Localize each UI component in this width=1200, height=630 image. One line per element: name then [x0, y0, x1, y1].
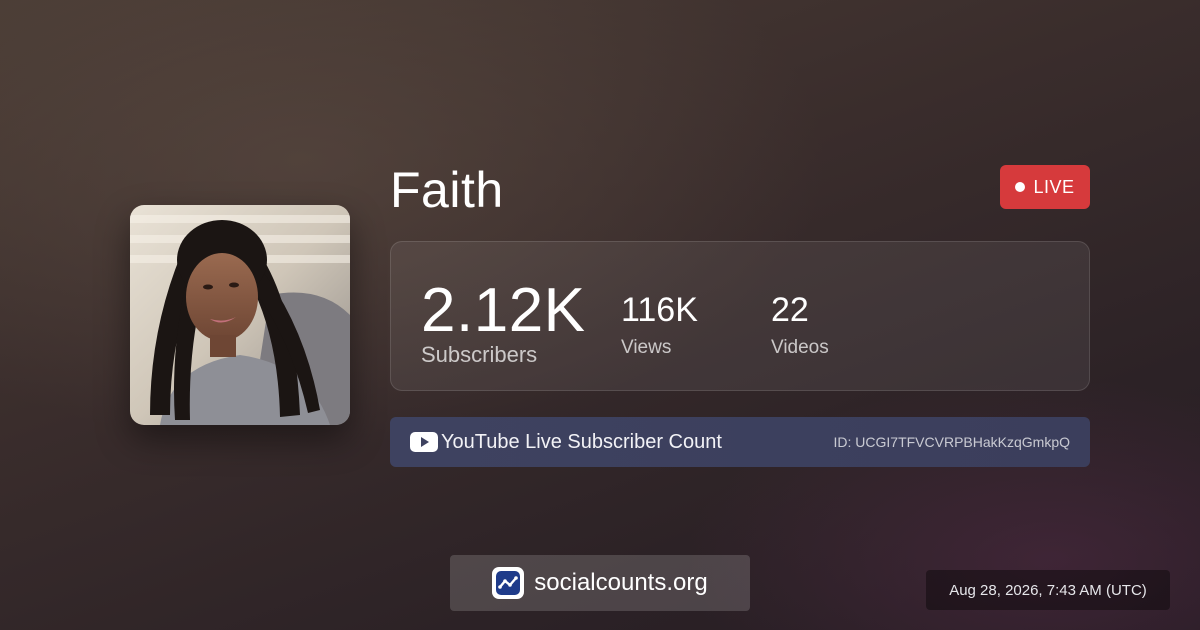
- channel-avatar: [130, 205, 350, 425]
- views-stat: 116K Views: [621, 288, 698, 360]
- stats-card: 2.12K Subscribers 116K Views 22 Videos: [390, 241, 1090, 391]
- timestamp: Aug 28, 2026, 7:43 AM (UTC): [926, 570, 1170, 610]
- socialcounts-link[interactable]: socialcounts.org: [450, 555, 750, 611]
- youtube-play-icon: [410, 432, 438, 452]
- subscribers-count: 2.12K: [421, 276, 586, 345]
- info-title: YouTube Live Subscriber Count: [441, 430, 722, 453]
- views-count: 116K: [621, 291, 698, 329]
- live-label: LIVE: [1033, 176, 1075, 197]
- socialcounts-logo-icon: [492, 567, 525, 599]
- videos-stat: 22 Videos: [771, 288, 829, 360]
- channel-id: ID: UCGI7TFVCVRPBHakKzqGmkpQ: [833, 434, 1071, 450]
- views-label: Views: [621, 337, 672, 358]
- channel-name: Faith: [390, 162, 504, 218]
- videos-count: 22: [771, 291, 809, 329]
- info-bar: YouTube Live Subscriber Count ID: UCGI7T…: [390, 417, 1090, 467]
- live-badge: LIVE: [1000, 165, 1090, 209]
- avatar-image: [130, 205, 350, 425]
- videos-label: Videos: [771, 337, 829, 358]
- subscribers-stat: 2.12K Subscribers: [421, 276, 586, 368]
- brand-text: socialcounts.org: [534, 569, 708, 596]
- live-dot-icon: [1015, 182, 1026, 192]
